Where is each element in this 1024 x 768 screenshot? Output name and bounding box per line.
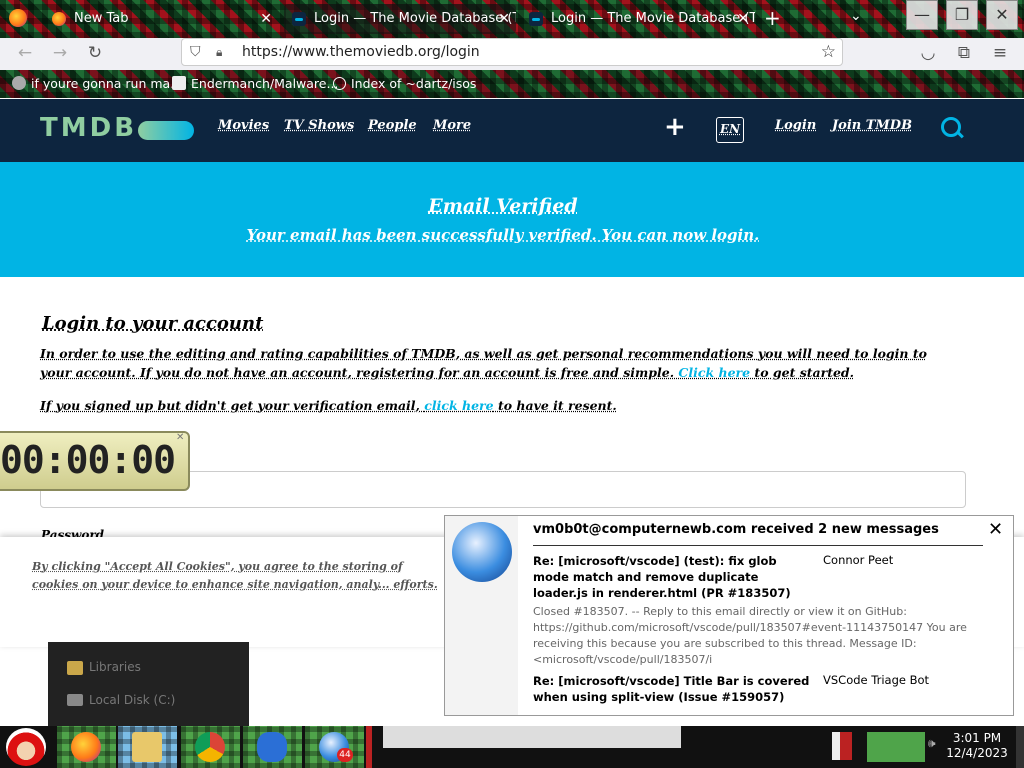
firefox-icon (52, 12, 66, 26)
tray-icons[interactable] (867, 732, 925, 762)
add-plus-icon[interactable]: + (664, 112, 686, 142)
start-button-santa-icon[interactable] (6, 728, 46, 766)
jumplist-item-libraries[interactable]: Libraries (89, 660, 141, 674)
taskbar-chrome[interactable] (181, 726, 240, 768)
taskbar-edge-strip (366, 726, 372, 768)
gadget-close-icon[interactable]: ✕ (176, 432, 184, 443)
close-tab-icon[interactable]: ✕ (737, 4, 749, 34)
taskbar-visual-studio[interactable] (243, 726, 302, 768)
visual-studio-icon (257, 732, 287, 762)
jumplist-item-local-disk[interactable]: Local Disk (C:) (89, 693, 175, 707)
new-tab-button[interactable]: + (764, 6, 781, 30)
extensions-icon[interactable]: ⧉ (951, 38, 977, 68)
globe-icon (333, 77, 346, 90)
list-tabs-chevron-icon[interactable]: ⌄ (850, 8, 862, 24)
minimize-button[interactable]: — (906, 0, 938, 30)
login-link[interactable]: Login (775, 118, 816, 133)
nav-tv-shows[interactable]: TV Shows (284, 118, 354, 133)
bookmark-item[interactable]: Index of ~dartz/isos (333, 70, 476, 98)
login-description: In order to use the editing and rating c… (40, 346, 927, 380)
tmdb-logo-pill (138, 121, 194, 140)
explorer-jump-list (48, 642, 249, 726)
tmdb-icon (292, 12, 306, 26)
libraries-icon (67, 661, 83, 675)
tab-label: New Tab (74, 11, 129, 26)
nav-people[interactable]: People (368, 118, 417, 133)
clock-time: 00:00:00 (0, 438, 176, 482)
clock-time-text: 3:01 PM (952, 731, 1002, 745)
system-clock[interactable]: 3:01 PM 12/4/2023 (946, 731, 1008, 761)
tab-label: Login — The Movie Database (TMDB) (314, 11, 516, 26)
chrome-icon (195, 732, 225, 762)
shield-icon[interactable]: ⛉ (190, 39, 201, 65)
tab-tmdb-login-1[interactable]: Login — The Movie Database (TMDB) ✕ (284, 4, 516, 34)
tab-tmdb-login-2[interactable]: Login — The Movie Database (TMDB) ✕ (521, 4, 755, 34)
tmdb-logo[interactable]: TMDB (40, 113, 137, 143)
menu-hamburger-icon[interactable]: ≡ (987, 38, 1013, 68)
banner-message: Your email has been successfully verifie… (246, 226, 760, 244)
language-button[interactable]: EN (716, 117, 744, 143)
taskbar-search-box[interactable] (383, 726, 681, 748)
volume-icon[interactable]: 🕪︎ (928, 736, 936, 751)
forward-arrow-icon[interactable]: → (47, 38, 73, 68)
taskbar-file-explorer[interactable] (118, 726, 177, 768)
github-icon (172, 76, 186, 90)
back-arrow-icon[interactable]: ← (12, 38, 38, 68)
local-disk-icon (67, 694, 83, 706)
person-icon (12, 76, 26, 90)
file-explorer-icon (132, 732, 162, 762)
notification-divider (533, 545, 983, 546)
message-subject[interactable]: Re: [microsoft/vscode] Title Bar is cove… (533, 673, 818, 705)
url-bar[interactable]: ⛉ 🔒︎ https://www.themoviedb.org/login ☆ (181, 38, 843, 66)
register-link[interactable]: Click here (678, 365, 750, 380)
firefox-icon (71, 732, 101, 762)
cookie-text: By clicking "Accept All Cookies", you ag… (32, 560, 438, 591)
banner-title: Email Verified (428, 195, 578, 217)
close-tab-icon[interactable]: ✕ (260, 4, 272, 34)
clock-date-text: 12/4/2023 (946, 746, 1008, 760)
tmdb-icon (529, 12, 543, 26)
bookmark-item[interactable]: Endermanch/Malware... (172, 70, 338, 98)
resend-link[interactable]: click here (424, 398, 493, 413)
message-subject[interactable]: Re: [microsoft/vscode] (test): fix glob … (533, 553, 813, 601)
close-window-button[interactable]: ✕ (986, 0, 1018, 30)
taskbar-thunderbird[interactable]: 44 (305, 726, 364, 768)
tab-new-tab[interactable]: New Tab ✕ (44, 4, 278, 34)
close-tab-icon[interactable]: ✕ (498, 4, 510, 34)
message-sender: Connor Peet (823, 553, 894, 567)
nav-movies[interactable]: Movies (218, 118, 269, 133)
notification-title: vm0b0t@computernewb.com received 2 new m… (533, 522, 939, 537)
nav-more[interactable]: More (433, 118, 471, 133)
message-preview: Closed #183507. -- Reply to this email d… (533, 605, 967, 666)
verification-banner (0, 162, 1024, 277)
resend-text: If you signed up but didn't get your ver… (40, 398, 617, 413)
url-text: https://www.themoviedb.org/login (242, 44, 480, 60)
bookmark-item[interactable]: if youre gonna run ma... (12, 70, 182, 98)
login-heading: Login to your account (42, 313, 264, 334)
bookmark-star-icon[interactable]: ☆ (821, 39, 836, 65)
notification-close-icon[interactable]: ✕ (988, 519, 1003, 540)
taskbar-firefox[interactable] (57, 726, 116, 768)
unread-badge: 44 (337, 748, 353, 762)
pocket-icon[interactable]: ◡ (915, 38, 941, 68)
restore-button[interactable]: ❐ (946, 0, 978, 30)
reload-icon[interactable]: ↻ (82, 38, 108, 68)
firefox-menu-icon[interactable] (9, 9, 27, 27)
message-sender: VSCode Triage Bot (823, 673, 930, 687)
show-desktop-button[interactable] (1016, 726, 1024, 768)
tray-flag-icon[interactable] (832, 732, 852, 760)
lock-icon[interactable]: 🔒︎ (216, 39, 222, 65)
tab-label: Login — The Movie Database (TMDB) (551, 11, 755, 26)
join-tmdb-link[interactable]: Join TMDB (832, 118, 912, 133)
thunderbird-icon (452, 522, 512, 582)
